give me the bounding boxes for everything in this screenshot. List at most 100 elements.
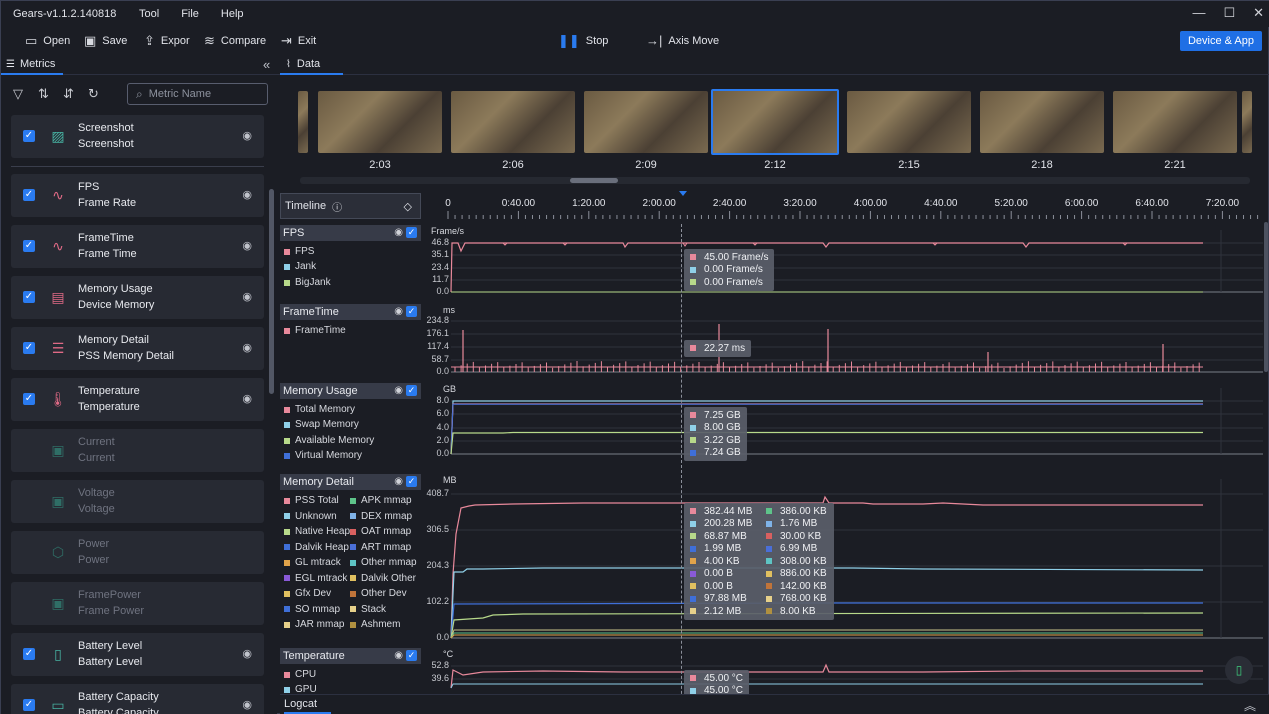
legend-item[interactable]: Native Heap [284,526,350,537]
menu-file[interactable]: File [181,8,199,20]
legend-item[interactable]: FPS [284,246,314,257]
legend-item[interactable]: Stack [350,604,386,615]
timeline-cursor-marker[interactable] [679,191,687,196]
timeline-ruler[interactable] [423,207,1263,221]
metric-card[interactable]: ▣ Current Current [11,429,264,472]
legend-item[interactable]: ART mmap [350,542,411,553]
memdetail-panel-checkbox[interactable]: ✓ [406,476,417,487]
screenshot-thumbnail-selected[interactable] [711,89,839,155]
legend-item[interactable]: Gfx Dev [284,588,331,599]
frametime-panel-checkbox[interactable]: ✓ [406,306,417,317]
metric-card[interactable]: ⬡ Power Power [11,531,264,574]
fps-chart[interactable]: Frame/s 46.8 35.1 23.4 11.7 0.0 45.00 Fr… [423,225,1263,297]
legend-item[interactable]: EGL mtrack [284,573,347,584]
phone-icon[interactable]: ▯ [1225,656,1253,684]
legend-item[interactable]: Swap Memory [284,419,359,430]
screenshot-thumbnail[interactable] [1242,91,1252,153]
stop-button[interactable]: ❚❚ Stop [558,33,608,49]
compare-button[interactable]: ≋ Compare [204,33,266,49]
legend-item[interactable]: CPU [284,669,316,680]
legend-item[interactable]: Available Memory [284,435,374,446]
sidebar-scrollbar[interactable] [269,189,274,394]
axis-move-button[interactable]: →| Axis Move [646,33,719,48]
strip-scrollbar[interactable] [570,178,618,183]
eye-icon[interactable]: ◉ [242,392,252,405]
open-button[interactable]: ▭ Open [25,33,70,49]
eye-icon[interactable]: ◉ [394,306,403,317]
metric-card[interactable]: ✓ 🌡︎ Temperature Temperature ◉ [11,378,264,421]
legend-item[interactable]: SO mmap [284,604,340,615]
device-app-button[interactable]: Device & App [1179,31,1262,51]
eye-icon[interactable]: ◉ [242,698,252,711]
legend-item[interactable]: Jank [284,261,316,272]
save-button[interactable]: ▣ Save [84,33,127,49]
metric-card[interactable]: ✓ ▤ Memory Usage Device Memory ◉ [11,276,264,319]
memusage-chart[interactable]: GB 8.0 6.0 4.0 2.0 0.0 7.25 GB 8.00 GB 3… [423,383,1263,467]
close-button[interactable]: ✕ [1253,5,1264,21]
legend-item[interactable]: Other Dev [350,588,407,599]
eye-icon[interactable]: ◉ [242,341,252,354]
eye-icon[interactable]: ◉ [394,650,403,661]
temperature-panel-checkbox[interactable]: ✓ [406,650,417,661]
menu-help[interactable]: Help [221,8,244,20]
screenshot-thumbnail[interactable] [1113,91,1237,153]
eye-icon[interactable]: ◉ [242,647,252,660]
metric-checkbox[interactable]: ✓ [23,699,35,711]
tag-icon[interactable]: ◇ [404,200,412,213]
eye-icon[interactable]: ◉ [242,290,252,303]
legend-item[interactable]: BigJank [284,277,331,288]
screenshot-thumbnail[interactable] [980,91,1104,153]
legend-item[interactable]: JAR mmap [284,619,344,630]
screenshot-thumbnail[interactable] [584,91,708,153]
eye-icon[interactable]: ◉ [242,188,252,201]
charts-scrollbar[interactable] [1264,222,1268,372]
metric-checkbox[interactable]: ✓ [23,130,35,142]
memdetail-chart[interactable]: MB 408.7 306.5 204.3 102.2 0.0 382.44 MB… [423,474,1263,642]
eye-icon[interactable]: ◉ [242,129,252,142]
metric-card[interactable]: ▣ Voltage Voltage [11,480,264,523]
screenshot-thumbnail[interactable] [298,91,308,153]
legend-item[interactable]: DEX mmap [350,511,412,522]
menu-tool[interactable]: Tool [139,8,159,20]
memusage-panel-checkbox[interactable]: ✓ [406,385,417,396]
metric-card[interactable]: ✓ ▨ Screenshot Screenshot ◉ [11,115,264,158]
exit-button[interactable]: ⇥ Exit [281,33,316,49]
legend-item[interactable]: APK mmap [350,495,412,506]
metric-checkbox[interactable]: ✓ [23,648,35,660]
expand-up-icon[interactable]: ︽ [1244,697,1256,714]
legend-item[interactable]: Ashmem [350,619,400,630]
sort-asc-icon[interactable]: ⇅ [38,86,49,102]
legend-item[interactable]: Dalvik Heap [284,542,349,553]
metric-checkbox[interactable]: ✓ [23,291,35,303]
maximize-button[interactable]: ☐ [1223,5,1235,21]
eye-icon[interactable]: ◉ [394,227,403,238]
search-input[interactable]: ⌕ Metric Name [127,83,268,105]
metric-checkbox[interactable]: ✓ [23,240,35,252]
metric-checkbox[interactable]: ✓ [23,189,35,201]
legend-item[interactable]: Unknown [284,511,337,522]
eye-icon[interactable]: ◉ [242,239,252,252]
metric-card[interactable]: ✓ ∿ FrameTime Frame Time ◉ [11,225,264,268]
legend-item[interactable]: GL mtrack [284,557,341,568]
metric-card[interactable]: ✓ ▭ Battery Capacity Battery Capacity ◉ [11,684,264,714]
fps-panel-checkbox[interactable]: ✓ [406,227,417,238]
temperature-chart[interactable]: °C 52.8 39.6 45.00 °C 45.00 °C [423,648,1263,694]
screenshot-thumbnail[interactable] [318,91,442,153]
metric-card[interactable]: ✓ ☰ Memory Detail PSS Memory Detail ◉ [11,327,264,370]
strip-scroll-track[interactable] [300,177,1250,184]
legend-item[interactable]: Virtual Memory [284,450,362,461]
export-button[interactable]: ⇪ Expor [144,33,190,49]
legend-item[interactable]: Other mmap [350,557,417,568]
frametime-chart[interactable]: ms 234.8 176.1 117.4 58.7 0.0 22.27 ms [423,304,1263,376]
metric-checkbox[interactable]: ✓ [23,342,35,354]
metric-card[interactable]: ✓ ▯ Battery Level Battery Level ◉ [11,633,264,676]
collapse-icon[interactable]: « [263,57,270,72]
legend-item[interactable]: Total Memory [284,404,355,415]
eye-icon[interactable]: ◉ [394,476,403,487]
legend-item[interactable]: PSS Total [284,495,339,506]
refresh-icon[interactable]: ↻ [88,86,99,102]
eye-icon[interactable]: ◉ [394,385,403,396]
minimize-button[interactable]: — [1192,5,1205,21]
legend-item[interactable]: OAT mmap [350,526,411,537]
metric-card[interactable]: ▣ FramePower Frame Power [11,582,264,625]
